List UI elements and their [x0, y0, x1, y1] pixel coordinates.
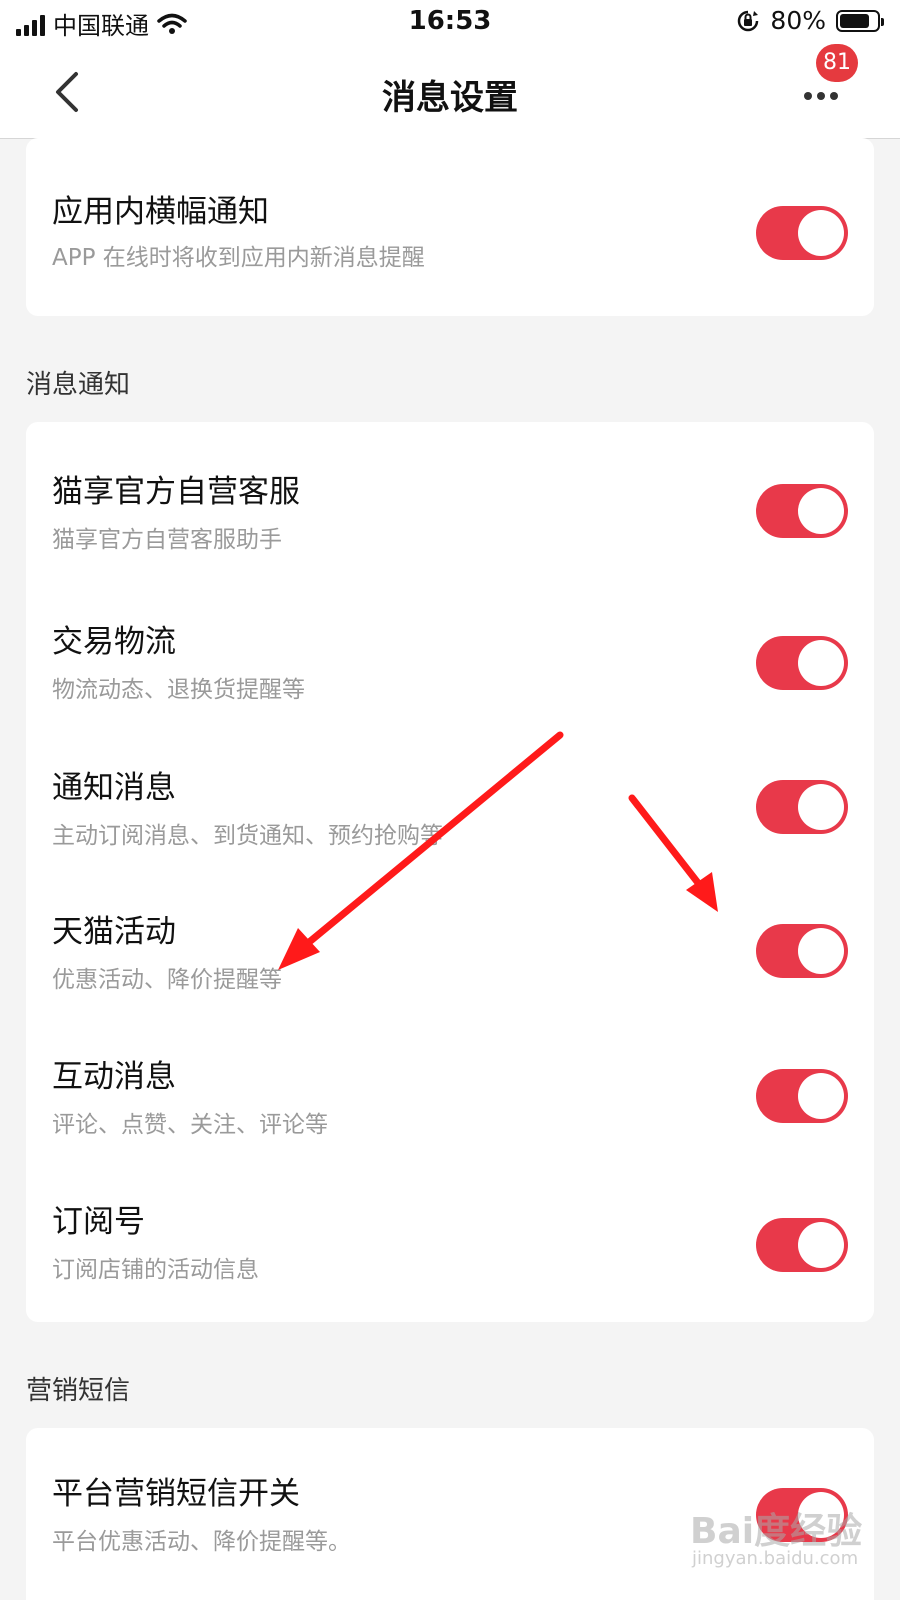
setting-title: 通知消息	[52, 770, 176, 806]
battery-percent: 80%	[770, 6, 826, 35]
notifications-toggle[interactable]	[756, 780, 848, 834]
setting-row-subscription: 订阅号 订阅店铺的活动信息	[26, 1164, 874, 1310]
setting-row-logistics: 交易物流 物流动态、退换货提醒等	[26, 584, 874, 730]
nav-bar: 消息设置	[0, 46, 900, 139]
section-title-marketing-sms: 营销短信	[26, 1376, 131, 1406]
top-settings-card: 应用内横幅通知 APP 在线时将收到应用内新消息提醒	[26, 138, 874, 316]
setting-subtitle: 猫享官方自营客服助手	[52, 527, 282, 553]
notification-badge: 81	[816, 44, 858, 82]
setting-subtitle: 主动订阅消息、到货通知、预约抢购等	[52, 823, 443, 849]
page-title: 消息设置	[382, 78, 518, 118]
setting-title: 互动消息	[52, 1059, 176, 1095]
status-bar: 中国联通 16:53 80%	[0, 0, 900, 46]
setting-row-interaction: 互动消息 评论、点赞、关注、评论等	[26, 1019, 874, 1165]
setting-title: 交易物流	[52, 624, 176, 660]
watermark-logo: Bai度经验	[690, 1511, 863, 1552]
official-service-toggle[interactable]	[756, 484, 848, 538]
setting-row-tmall-activity: 天猫活动 优惠活动、降价提醒等	[26, 874, 874, 1020]
setting-title: 猫享官方自营客服	[52, 474, 300, 510]
setting-subtitle: 平台优惠活动、降价提醒等。	[52, 1529, 351, 1555]
tmall-activity-toggle[interactable]	[756, 924, 848, 978]
setting-row-in-app-banner: 应用内横幅通知 APP 在线时将收到应用内新消息提醒	[26, 138, 874, 316]
interaction-toggle[interactable]	[756, 1069, 848, 1123]
battery-icon	[836, 9, 884, 32]
logistics-toggle[interactable]	[756, 636, 848, 690]
status-right: 80%	[736, 6, 884, 35]
in-app-banner-toggle[interactable]	[756, 206, 848, 260]
setting-title: 应用内横幅通知	[52, 194, 269, 230]
setting-subtitle: 评论、点赞、关注、评论等	[52, 1112, 328, 1138]
more-dots-icon	[804, 92, 838, 100]
setting-subtitle: 物流动态、退换货提醒等	[52, 677, 305, 703]
subscription-toggle[interactable]	[756, 1218, 848, 1272]
setting-title: 天猫活动	[52, 914, 176, 950]
message-notifications-card: 猫享官方自营客服 猫享官方自营客服助手 交易物流 物流动态、退换货提醒等 通知消…	[26, 422, 874, 1322]
setting-row-official-service: 猫享官方自营客服 猫享官方自营客服助手	[26, 434, 874, 580]
setting-title: 订阅号	[52, 1204, 145, 1240]
setting-row-notifications: 通知消息 主动订阅消息、到货通知、预约抢购等	[26, 730, 874, 876]
orientation-lock-icon	[738, 10, 759, 31]
setting-title: 平台营销短信开关	[52, 1476, 300, 1512]
setting-subtitle: 订阅店铺的活动信息	[52, 1257, 259, 1283]
setting-subtitle: APP 在线时将收到应用内新消息提醒	[52, 245, 425, 271]
section-title-message-notifications: 消息通知	[26, 370, 131, 400]
watermark-url: jingyan.baidu.com	[692, 1548, 859, 1569]
setting-subtitle: 优惠活动、降价提醒等	[52, 967, 282, 993]
